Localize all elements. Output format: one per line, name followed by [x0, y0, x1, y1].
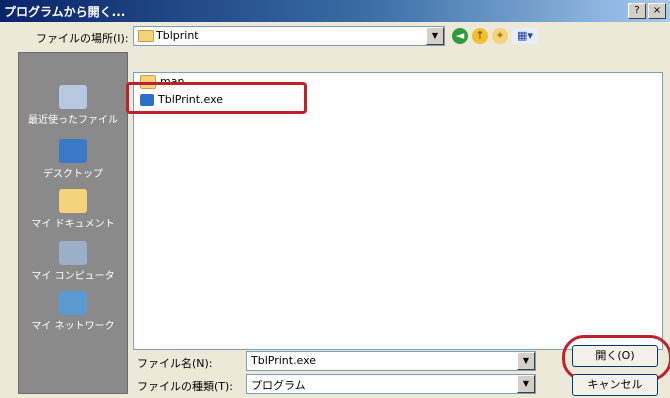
- lookin-value: Tblprint: [156, 29, 199, 42]
- filename-value: TblPrint.exe: [251, 354, 317, 367]
- my-computer-icon: [59, 241, 87, 265]
- place-recent[interactable]: 最近使ったファイル: [19, 85, 127, 126]
- filetype-select[interactable]: プログラム ▼: [246, 374, 536, 394]
- place-label: デスクトップ: [43, 169, 103, 180]
- close-button[interactable]: ×: [648, 3, 666, 19]
- lookin-combobox[interactable]: Tblprint ▼: [133, 26, 445, 46]
- chevron-down-icon[interactable]: ▼: [517, 375, 535, 393]
- filetype-label: ファイルの種類(T):: [137, 380, 234, 393]
- new-folder-icon[interactable]: ✦: [492, 28, 508, 44]
- view-menu-icon[interactable]: ▦▾: [512, 28, 538, 44]
- place-label: マイ ドキュメント: [31, 219, 115, 230]
- window-title: プログラムから開く...: [4, 5, 126, 19]
- places-bar: 最近使ったファイル デスクトップ マイ ドキュメント マイ コンピュータ マイ …: [18, 52, 128, 394]
- recent-documents-icon: [59, 85, 87, 109]
- place-label: マイ ネットワーク: [31, 321, 115, 332]
- up-folder-icon[interactable]: ↑: [472, 28, 488, 44]
- folder-icon: [138, 30, 154, 42]
- desktop-icon: [59, 139, 87, 163]
- my-network-icon: [59, 291, 87, 315]
- title-bar: プログラムから開く... ? ×: [0, 0, 670, 22]
- filename-field[interactable]: TblPrint.exe ▼: [246, 351, 536, 371]
- open-with-dialog: プログラムから開く... ? × ファイルの場所(I): Tblprint ▼ …: [0, 0, 670, 398]
- back-arrow-icon[interactable]: ◄: [452, 28, 468, 44]
- place-my-network[interactable]: マイ ネットワーク: [19, 291, 127, 332]
- lookin-label: ファイルの場所(I):: [36, 32, 129, 45]
- place-label: 最近使ったファイル: [28, 115, 118, 126]
- my-documents-icon: [59, 189, 87, 213]
- place-my-documents[interactable]: マイ ドキュメント: [19, 189, 127, 230]
- highlight-ring: [126, 82, 307, 114]
- chevron-down-icon[interactable]: ▼: [517, 352, 535, 370]
- place-desktop[interactable]: デスクトップ: [19, 139, 127, 180]
- filetype-value: プログラム: [251, 379, 306, 392]
- place-my-computer[interactable]: マイ コンピュータ: [19, 241, 127, 282]
- place-label: マイ コンピュータ: [31, 271, 115, 282]
- filename-label: ファイル名(N):: [137, 357, 213, 370]
- chevron-down-icon[interactable]: ▼: [426, 27, 444, 45]
- help-button[interactable]: ?: [628, 3, 646, 19]
- cancel-button[interactable]: キャンセル: [572, 374, 658, 396]
